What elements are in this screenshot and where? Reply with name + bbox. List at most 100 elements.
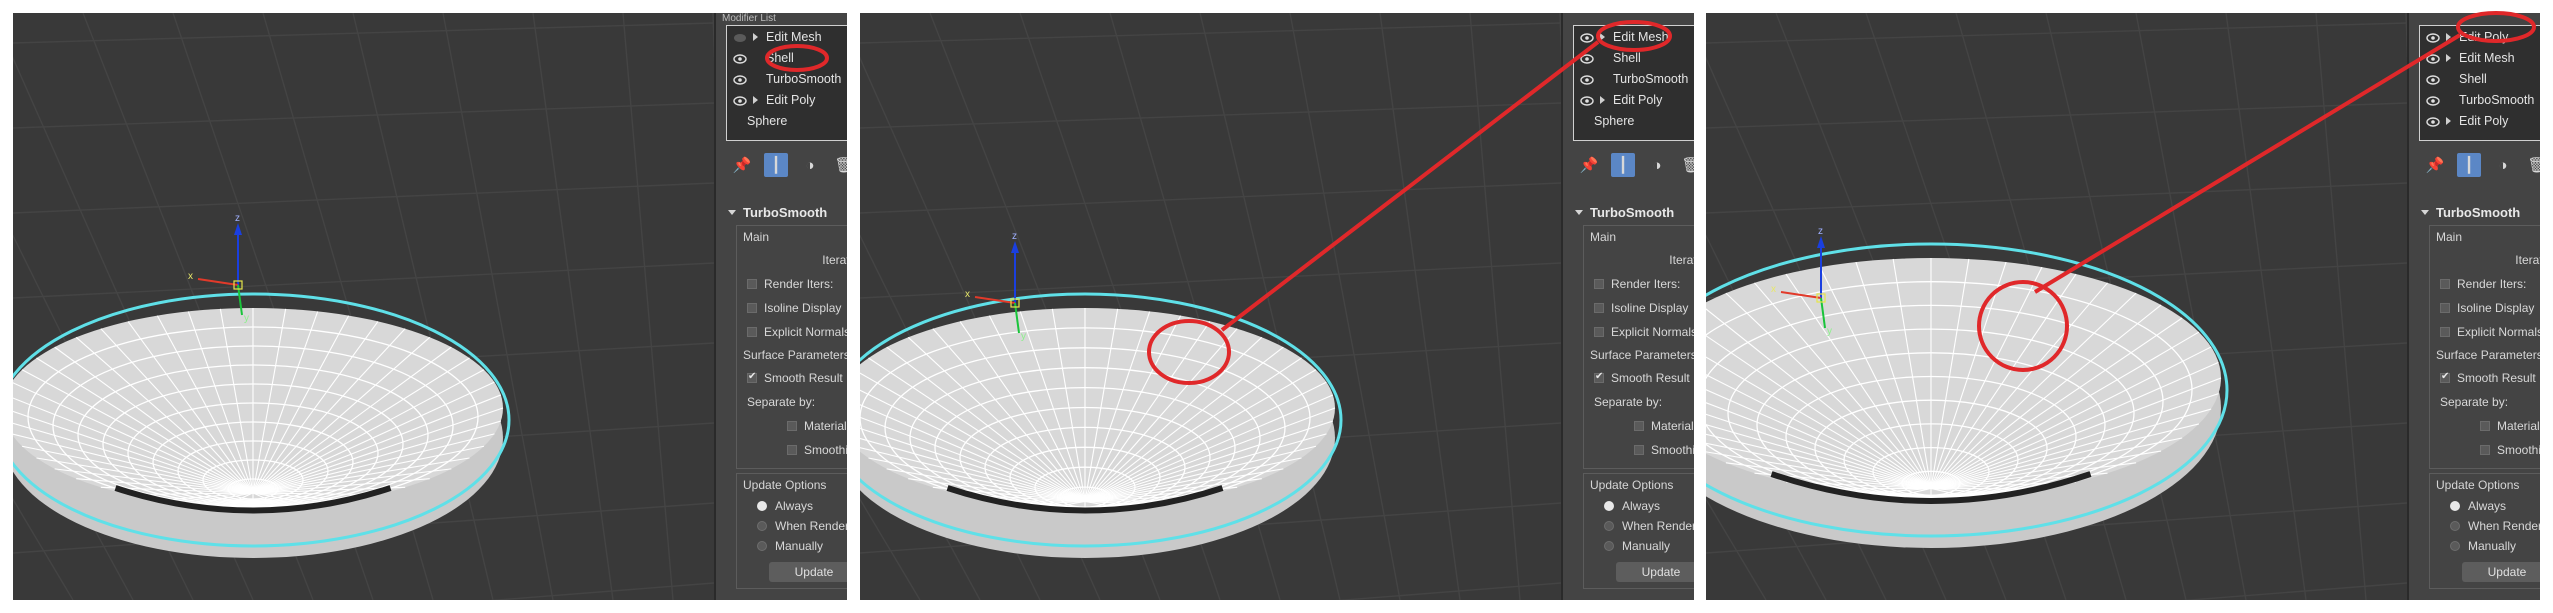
- smooth-result-checkbox[interactable]: [1594, 371, 1604, 383]
- when-rendering-radio[interactable]: [1604, 521, 1614, 531]
- update-button[interactable]: Update: [2462, 562, 2540, 582]
- always-radio[interactable]: [1604, 501, 1614, 511]
- eye-icon[interactable]: [733, 95, 747, 106]
- expand-arrow-icon[interactable]: [1600, 95, 1605, 104]
- manually-radio[interactable]: [2450, 541, 2460, 551]
- collapse-arrow-icon[interactable]: [2421, 209, 2429, 215]
- modifier-stack-item[interactable]: Edit Mesh: [2420, 47, 2540, 68]
- eye-icon[interactable]: [1580, 32, 1594, 43]
- pin-stack-icon[interactable]: 📌: [2423, 153, 2447, 177]
- modifier-stack-item[interactable]: Shell: [727, 47, 847, 68]
- collapse-arrow-icon[interactable]: [728, 209, 736, 215]
- axis-y-label: y: [1827, 326, 1832, 337]
- make-unique-icon[interactable]: ◑: [2491, 153, 2515, 177]
- eye-icon[interactable]: [2426, 95, 2440, 106]
- manually-radio[interactable]: [1604, 541, 1614, 551]
- make-unique-icon[interactable]: ◑: [1645, 153, 1669, 177]
- modifier-list-header[interactable]: [2409, 13, 2540, 25]
- smooth-result-checkbox[interactable]: [747, 371, 757, 383]
- rollout-header[interactable]: TurboSmooth: [726, 203, 847, 221]
- remove-modifier-icon[interactable]: 🗑: [2525, 153, 2540, 177]
- eye-icon[interactable]: [733, 74, 747, 85]
- remove-modifier-icon[interactable]: 🗑: [1679, 153, 1694, 177]
- eye-off-icon[interactable]: [733, 32, 747, 42]
- show-end-result-icon[interactable]: ┃: [1611, 153, 1635, 177]
- pin-stack-icon[interactable]: 📌: [730, 153, 754, 177]
- expand-arrow-icon[interactable]: [753, 32, 758, 41]
- smoothing-groups-checkbox[interactable]: [1634, 445, 1644, 455]
- manually-radio[interactable]: [757, 541, 767, 551]
- modifier-stack-item[interactable]: Sphere: [1574, 110, 1694, 131]
- explicit-normals-label: Explicit Normals: [764, 325, 847, 339]
- render-iters-checkbox[interactable]: [747, 279, 757, 289]
- always-radio[interactable]: [2450, 501, 2460, 511]
- eye-icon[interactable]: [1580, 95, 1594, 106]
- collapse-arrow-icon[interactable]: [1575, 209, 1583, 215]
- when-rendering-radio[interactable]: [2450, 521, 2460, 531]
- modifier-stack-item[interactable]: Edit Poly: [1574, 89, 1694, 110]
- show-end-result-icon[interactable]: ┃: [764, 153, 788, 177]
- eye-icon[interactable]: [1580, 74, 1594, 85]
- expand-arrow-icon[interactable]: [2446, 116, 2451, 125]
- eye-icon[interactable]: [1580, 53, 1594, 64]
- modifier-list-header[interactable]: Modifier List: [716, 13, 847, 25]
- when-rendering-radio[interactable]: [757, 521, 767, 531]
- always-radio[interactable]: [757, 501, 767, 511]
- remove-modifier-icon[interactable]: 🗑: [832, 153, 847, 177]
- modifier-stack-item[interactable]: TurboSmooth: [1574, 68, 1694, 89]
- eye-icon[interactable]: [2426, 32, 2440, 43]
- modifier-stack-item[interactable]: Edit Mesh: [727, 26, 847, 47]
- expand-arrow-icon[interactable]: [1600, 32, 1605, 41]
- isoline-display-checkbox[interactable]: [747, 303, 757, 313]
- modifier-stack-item[interactable]: Shell: [1574, 47, 1694, 68]
- materials-checkbox[interactable]: [2480, 421, 2490, 431]
- rollout-header[interactable]: TurboSmooth: [1573, 203, 1694, 221]
- render-iters-checkbox[interactable]: [2440, 279, 2450, 289]
- update-options-group: Update Options Always When Rendering Manual…: [1583, 473, 1694, 589]
- make-unique-icon[interactable]: ◑: [798, 153, 822, 177]
- main-group: Main Iterations: Render Iters: Isoline Disp…: [736, 225, 847, 469]
- pin-stack-icon[interactable]: 📌: [1577, 153, 1601, 177]
- wireframe-bowl[interactable]: [1706, 242, 2229, 548]
- modifier-stack-item[interactable]: TurboSmooth: [727, 68, 847, 89]
- when-rendering-label: When Rendering: [775, 519, 847, 533]
- wireframe-bowl[interactable]: [13, 292, 511, 558]
- rollout-header[interactable]: TurboSmooth: [2419, 203, 2540, 221]
- modifier-list-header[interactable]: [1563, 13, 1694, 25]
- always-row: Always: [743, 496, 847, 516]
- isoline-display-checkbox[interactable]: [2440, 303, 2450, 313]
- eye-icon[interactable]: [2426, 53, 2440, 64]
- expand-arrow-icon[interactable]: [2446, 32, 2451, 41]
- wireframe-bowl[interactable]: [860, 292, 1343, 558]
- explicit-normals-checkbox[interactable]: [1594, 327, 1604, 337]
- modifier-stack-item[interactable]: Edit Mesh: [1574, 26, 1694, 47]
- materials-checkbox[interactable]: [787, 421, 797, 431]
- render-iters-checkbox[interactable]: [1594, 279, 1604, 289]
- modifier-stack-item[interactable]: Edit Poly: [2420, 26, 2540, 47]
- show-end-result-icon[interactable]: ┃: [2457, 153, 2481, 177]
- expand-arrow-icon[interactable]: [753, 95, 758, 104]
- expand-arrow-icon[interactable]: [2446, 53, 2451, 62]
- smooth-result-checkbox[interactable]: [2440, 371, 2450, 383]
- modifier-stack-item[interactable]: Sphere: [727, 110, 847, 131]
- eye-icon[interactable]: [2426, 74, 2440, 85]
- update-button[interactable]: Update: [1616, 562, 1694, 582]
- viewport[interactable]: z x y: [1706, 13, 2407, 600]
- modifier-stack-item[interactable]: Edit Poly: [2420, 110, 2540, 131]
- eye-icon[interactable]: [2426, 116, 2440, 127]
- modifier-stack-item[interactable]: TurboSmooth: [2420, 89, 2540, 110]
- smoothing-groups-label: Smoothing: [804, 443, 847, 457]
- explicit-normals-checkbox[interactable]: [747, 327, 757, 337]
- update-button[interactable]: Update: [769, 562, 847, 582]
- materials-checkbox[interactable]: [1634, 421, 1644, 431]
- viewport[interactable]: z x y: [13, 13, 714, 600]
- eye-icon[interactable]: [733, 53, 747, 64]
- smoothing-groups-checkbox[interactable]: [2480, 445, 2490, 455]
- explicit-normals-checkbox[interactable]: [2440, 327, 2450, 337]
- modifier-stack-item[interactable]: Edit Poly: [727, 89, 847, 110]
- viewport[interactable]: z x y: [860, 13, 1561, 600]
- isoline-display-checkbox[interactable]: [1594, 303, 1604, 313]
- transform-gizmo[interactable]: z x y: [188, 213, 249, 324]
- modifier-stack-item[interactable]: Shell: [2420, 68, 2540, 89]
- smoothing-groups-checkbox[interactable]: [787, 445, 797, 455]
